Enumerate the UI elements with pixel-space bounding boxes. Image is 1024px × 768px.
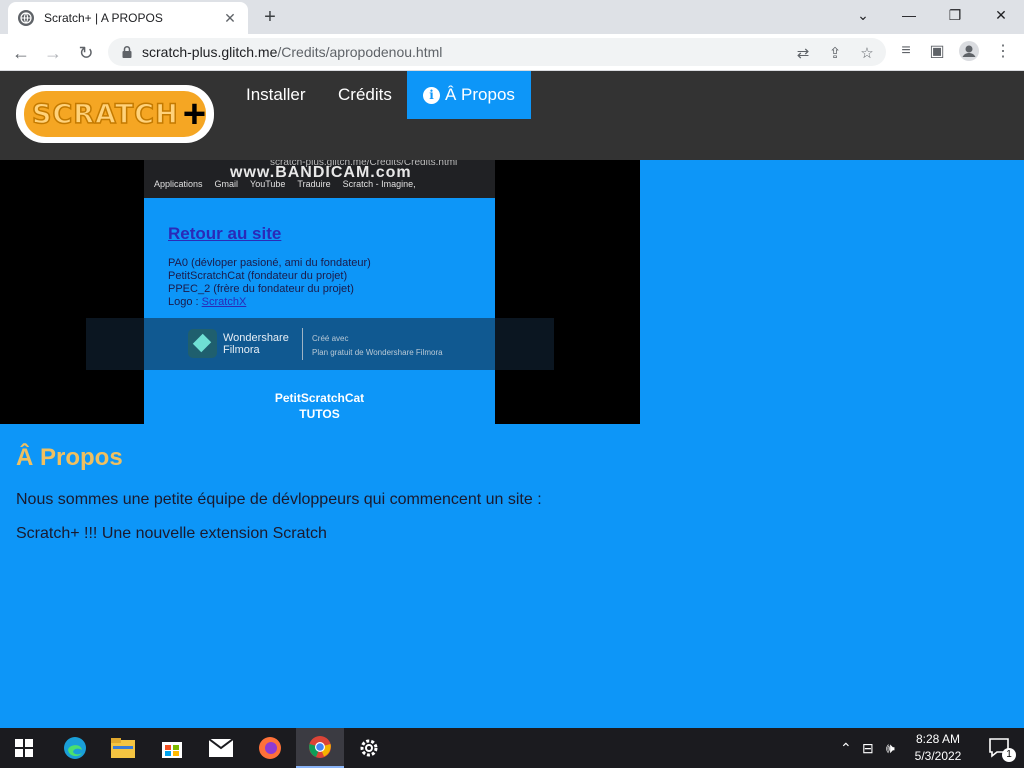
volume-icon[interactable]: 🕪 bbox=[886, 740, 895, 757]
scratch-plus-logo[interactable]: SCRATCH + bbox=[16, 85, 214, 143]
tab-title: Scratch+ | A PROPOS bbox=[44, 11, 163, 25]
back-arrow-icon[interactable]: ← bbox=[8, 40, 34, 66]
share-icon[interactable]: ⇪ bbox=[826, 44, 844, 62]
nav-credits-label: Crédits bbox=[338, 85, 392, 104]
site-header: SCRATCH + Installer Crédits i Â Propos bbox=[0, 71, 1024, 160]
page-heading: Â Propos bbox=[16, 444, 123, 471]
translate-icon[interactable]: ⇄ bbox=[794, 44, 812, 62]
embedded-video[interactable]: scratch-plus.glitch.me/Credits/Credits.h… bbox=[0, 160, 640, 424]
microsoft-store-icon[interactable] bbox=[148, 728, 196, 768]
filmora-divider bbox=[302, 328, 303, 360]
video-bookmark: Scratch - Imagine, bbox=[342, 179, 416, 189]
browser-tab-strip: Scratch+ | A PROPOS ✕ + ⌄ — ❐ ✕ bbox=[0, 0, 1024, 34]
video-line: PetitScratchCat (fondateur du projet) bbox=[168, 270, 348, 282]
nav-installer[interactable]: Installer bbox=[230, 71, 322, 119]
nav-a-propos-label: Â Propos bbox=[445, 85, 515, 104]
video-logo-link: ScratchX bbox=[201, 296, 247, 308]
new-tab-button[interactable]: + bbox=[258, 6, 282, 30]
edge-browser-icon[interactable] bbox=[51, 728, 99, 768]
network-icon[interactable]: ⊟ bbox=[862, 740, 874, 757]
settings-gear-icon[interactable] bbox=[345, 728, 393, 768]
clock-time: 8:28 AM bbox=[915, 732, 961, 746]
forward-arrow-icon[interactable]: → bbox=[40, 40, 66, 66]
video-caption-1: PetitScratchCat bbox=[274, 391, 365, 405]
tab-close-icon[interactable]: ✕ bbox=[222, 10, 238, 27]
tagline-paragraph: Scratch+ !!! Une nouvelle extension Scra… bbox=[16, 525, 327, 542]
video-caption: PetitScratchCat TUTOS bbox=[144, 390, 495, 422]
lock-icon bbox=[122, 45, 132, 58]
firefox-icon[interactable] bbox=[246, 728, 294, 768]
filmora-note-1: Créé avec bbox=[312, 334, 349, 343]
logo-text: SCRATCH bbox=[31, 98, 179, 131]
video-bookmark: Applications bbox=[154, 179, 203, 189]
url-host: scratch-plus.glitch.me bbox=[142, 44, 278, 60]
video-bookmark: YouTube bbox=[250, 179, 286, 189]
chrome-icon[interactable] bbox=[296, 728, 344, 768]
filmora-icon bbox=[188, 329, 217, 358]
file-explorer-icon[interactable] bbox=[99, 728, 147, 768]
nav-credits[interactable]: Crédits bbox=[322, 71, 408, 119]
mail-icon[interactable] bbox=[197, 728, 245, 768]
info-icon: i bbox=[423, 86, 440, 104]
reload-icon[interactable]: ↻ bbox=[73, 40, 99, 66]
window-close-button[interactable]: ✕ bbox=[978, 0, 1024, 30]
windows-taskbar: ⌃ ⊟ 🕪 8:28 AM 5/3/2022 1 bbox=[0, 728, 1024, 768]
address-bar[interactable]: scratch-plus.glitch.me/Credits/apropoden… bbox=[108, 38, 886, 66]
globe-icon bbox=[18, 10, 34, 26]
intro-paragraph: Nous sommes une petite équipe de dévlopp… bbox=[16, 491, 542, 508]
side-panel-icon[interactable]: ▣ bbox=[926, 40, 948, 62]
video-bookmark: Gmail bbox=[214, 179, 239, 189]
video-caption-2: TUTOS bbox=[299, 407, 340, 421]
video-logo-label: Logo : bbox=[168, 296, 199, 308]
taskbar-clock[interactable]: 8:28 AM 5/3/2022 bbox=[912, 731, 964, 765]
video-credit-lines: PA0 (dévloper pasioné, ami du fondateur)… bbox=[168, 257, 371, 309]
tab-search-icon[interactable]: ⌄ bbox=[840, 0, 886, 30]
media-controls-icon[interactable]: ≡ bbox=[895, 40, 917, 62]
video-retour-link: Retour au site bbox=[168, 224, 282, 243]
menu-kebab-icon[interactable]: ⋮ bbox=[992, 40, 1014, 62]
bookmark-star-icon[interactable]: ☆ bbox=[858, 44, 876, 62]
tray-chevron-icon[interactable]: ⌃ bbox=[840, 740, 852, 757]
minimize-button[interactable]: — bbox=[886, 0, 932, 30]
video-line: PA0 (dévloper pasioné, ami du fondateur) bbox=[168, 257, 371, 269]
profile-avatar-icon[interactable] bbox=[958, 40, 980, 62]
video-frame: scratch-plus.glitch.me/Credits/Credits.h… bbox=[144, 160, 495, 424]
filmora-watermark: Wondershare Filmora Créé avec Plan gratuit… bbox=[86, 318, 554, 370]
url-path: /Credits/apropodenou.html bbox=[277, 44, 443, 60]
browser-toolbar: ← → ↻ scratch-plus.glitch.me/Credits/apr… bbox=[0, 34, 1024, 71]
filmora-name-1: Wondershare bbox=[223, 332, 289, 344]
logo-plus: + bbox=[182, 92, 207, 136]
url-text: scratch-plus.glitch.me/Credits/apropoden… bbox=[142, 44, 442, 60]
nav-a-propos[interactable]: i Â Propos bbox=[407, 71, 531, 119]
filmora-name-2: Filmora bbox=[223, 344, 260, 356]
video-line: PPEC_2 (frère du fondateur du projet) bbox=[168, 283, 354, 295]
notification-count-badge: 1 bbox=[1002, 748, 1016, 762]
clock-date: 5/3/2022 bbox=[914, 749, 962, 763]
windows-start-icon[interactable] bbox=[0, 728, 48, 768]
restore-button[interactable]: ❐ bbox=[932, 0, 978, 30]
nav-installer-label: Installer bbox=[246, 85, 306, 104]
video-bookmark: Traduire bbox=[297, 179, 331, 189]
video-browser-bar: scratch-plus.glitch.me/Credits/Credits.h… bbox=[144, 160, 495, 198]
video-bookmarks: Applications Gmail YouTube Traduire Scra… bbox=[154, 179, 416, 189]
notification-center-icon[interactable]: 1 bbox=[976, 728, 1024, 768]
browser-tab[interactable]: Scratch+ | A PROPOS ✕ bbox=[8, 2, 248, 34]
filmora-note-2: Plan gratuit de Wondershare Filmora bbox=[312, 348, 443, 357]
